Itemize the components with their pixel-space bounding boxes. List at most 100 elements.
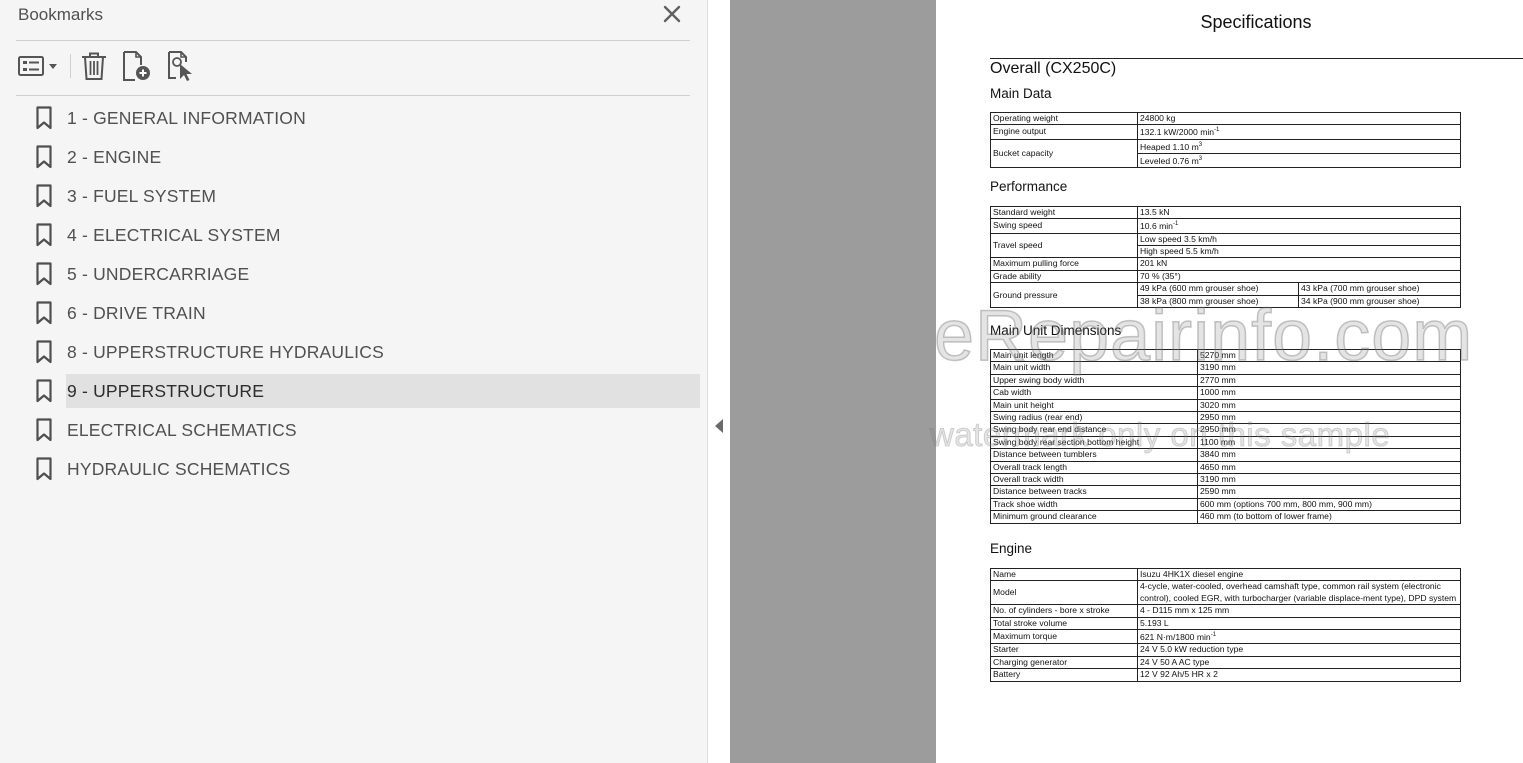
- table-row: Name Isuzu 4HK1X diesel engine: [990, 567, 1461, 582]
- spec-value: 43 kPa (700 mm grouser shoe): [1298, 282, 1461, 296]
- spec-label: Starter: [990, 643, 1138, 657]
- table-row: Charging generator 24 V 50 A AC type: [990, 655, 1461, 670]
- spec-label: Total stroke volume: [990, 616, 1138, 631]
- spec-label: Model: [990, 580, 1138, 606]
- bookmark-item[interactable]: 4 - ELECTRICAL SYSTEM: [35, 218, 700, 252]
- table-row: Overall track width 3190 mm: [990, 473, 1461, 487]
- spec-label: Engine output: [990, 124, 1138, 140]
- bookmark-label: 9 - UPPERSTRUCTURE: [67, 381, 265, 401]
- bookmark-label: 2 - ENGINE: [67, 147, 162, 167]
- bookmark-label: 1 - GENERAL INFORMATION: [67, 108, 306, 128]
- watermark-text: eRepairinfo.com: [933, 295, 1474, 377]
- table-row: No. of cylinders - bore x stroke 4 - D11…: [990, 604, 1461, 618]
- engine-heading: Engine: [990, 541, 1033, 556]
- unit-superscript: 3: [1198, 155, 1203, 162]
- spec-value: 24 V 50 A AC type: [1137, 655, 1461, 670]
- table-row: Operating weight 24800 kg: [990, 111, 1461, 126]
- spec-value: 13.5 kN: [1137, 205, 1461, 220]
- engine-table: Name Isuzu 4HK1X diesel engine Model 4-c…: [990, 567, 1461, 682]
- bookmark-label: 5 - UNDERCARRIAGE: [67, 264, 250, 284]
- spec-value: 201 kN: [1137, 257, 1461, 271]
- new-bookmark-button[interactable]: [121, 50, 153, 82]
- table-row: Total stroke volume 5.193 L: [990, 616, 1461, 631]
- table-row: Maximum pulling force 201 kN: [990, 257, 1461, 271]
- bookmark-icon: [36, 184, 52, 208]
- table-row: Model 4-cycle, water-cooled, overhead ca…: [990, 580, 1461, 606]
- options-menu-button[interactable]: [17, 50, 61, 82]
- table-row: Minimum ground clearance 460 mm (to botto…: [990, 510, 1461, 524]
- spec-value: 460 mm (to bottom of lower frame): [1197, 510, 1461, 524]
- spec-value: 5.193 L: [1137, 616, 1461, 631]
- spec-value: 4-cycle, water-cooled, overhead camshaft…: [1137, 580, 1461, 606]
- spec-value-text: 10.6 min: [1140, 221, 1173, 232]
- spec-label: Cab width: [990, 386, 1198, 400]
- bookmark-icon: [36, 262, 52, 286]
- spec-label: Distance between tracks: [990, 485, 1198, 499]
- spec-label: Grade ability: [990, 269, 1138, 284]
- main-data-heading: Main Data: [990, 86, 1052, 101]
- spec-value: 24 V 5.0 kW reduction type: [1137, 643, 1461, 657]
- spec-value: 24800 kg: [1137, 111, 1461, 126]
- table-row: Swing speed 10.6 min-1: [990, 218, 1461, 234]
- spec-value: 3190 mm: [1197, 473, 1461, 487]
- bookmark-item[interactable]: 8 - UPPERSTRUCTURE HYDRAULICS: [35, 335, 700, 369]
- spec-label: Operating weight: [990, 111, 1138, 126]
- spec-value: 12 V 92 Ah/5 HR x 2: [1137, 668, 1461, 682]
- spec-value: Leveled 0.76 m3: [1137, 152, 1461, 169]
- spec-value: Isuzu 4HK1X diesel engine: [1137, 567, 1461, 582]
- bookmark-item[interactable]: HYDRAULIC SCHEMATICS: [35, 452, 700, 486]
- spec-label: Bucket capacity: [990, 138, 1138, 169]
- bookmark-from-selection-button[interactable]: [166, 50, 196, 82]
- spec-value: 2590 mm: [1197, 485, 1461, 499]
- bookmark-item[interactable]: 5 - UNDERCARRIAGE: [35, 257, 700, 291]
- spec-value-text: 621 N·m/1800 min: [1140, 631, 1211, 642]
- spec-label: Travel speed: [990, 232, 1138, 259]
- spec-value-text: 132.1 kW/2000 min: [1140, 127, 1215, 138]
- table-row: Main unit height 3020 mm: [990, 398, 1461, 413]
- performance-heading: Performance: [990, 179, 1068, 194]
- spec-value: High speed 5.5 km/h: [1137, 245, 1461, 259]
- options-menu-icon: [18, 56, 57, 76]
- unit-superscript: -1: [1210, 632, 1217, 639]
- bookmark-item[interactable]: 1 - GENERAL INFORMATION: [35, 101, 700, 135]
- main-data-table: Operating weight 24800 kg Engine output …: [990, 111, 1461, 169]
- table-row: Travel speed Low speed 3.5 km/h: [990, 232, 1461, 259]
- toolbar-divider: [16, 95, 690, 96]
- bookmark-item[interactable]: 2 - ENGINE: [35, 140, 700, 174]
- toolbar-separator: [70, 54, 71, 78]
- spec-value: Low speed 3.5 km/h: [1137, 232, 1461, 247]
- table-row: Starter 24 V 5.0 kW reduction type: [990, 643, 1461, 657]
- spec-value-text: Leveled 0.76 m: [1140, 155, 1199, 166]
- bookmark-item[interactable]: ELECTRICAL SCHEMATICS: [35, 413, 700, 447]
- spec-label: Name: [990, 567, 1138, 582]
- spec-label: Overall track width: [990, 473, 1198, 487]
- unit-superscript: 3: [1198, 141, 1203, 148]
- chevron-left-icon: [715, 419, 723, 433]
- bookmark-icon: [36, 340, 52, 364]
- bookmark-item[interactable]: 3 - FUEL SYSTEM: [35, 179, 700, 213]
- bookmark-item[interactable]: 6 - DRIVE TRAIN: [35, 296, 700, 330]
- spec-value: 621 N·m/1800 min-1: [1137, 629, 1461, 645]
- close-icon: [663, 5, 681, 23]
- close-panel-button[interactable]: [660, 2, 684, 26]
- table-row: Grade ability 70 % (35°): [990, 269, 1461, 284]
- bookmark-label: 3 - FUEL SYSTEM: [67, 186, 217, 206]
- table-row: Overall track length 4650 mm: [990, 460, 1461, 475]
- bookmark-label: 8 - UPPERSTRUCTURE HYDRAULICS: [67, 342, 384, 362]
- page-title: Specifications: [1200, 12, 1312, 32]
- bookmark-label: 4 - ELECTRICAL SYSTEM: [67, 225, 281, 245]
- spec-value: 132.1 kW/2000 min-1: [1137, 124, 1461, 140]
- bookmark-item[interactable]: 9 - UPPERSTRUCTURE: [36, 374, 700, 408]
- spec-value: 49 kPa (600 mm grouser shoe): [1137, 282, 1299, 296]
- spec-label: Standard weight: [990, 205, 1138, 220]
- bookmark-icon: [36, 457, 52, 481]
- bookmark-icon: [36, 379, 52, 403]
- table-row: Maximum torque 621 N·m/1800 min-1: [990, 629, 1461, 645]
- bookmark-label: HYDRAULIC SCHEMATICS: [67, 459, 291, 479]
- document-page: Specifications Overall (CX250C) Main Dat…: [936, 0, 1523, 763]
- delete-bookmark-button[interactable]: [80, 50, 108, 82]
- spec-value-text: Heaped 1.10 m: [1140, 141, 1199, 152]
- spec-label: Main unit height: [990, 398, 1198, 413]
- collapse-panel-button[interactable]: [708, 0, 730, 763]
- spec-label: Swing speed: [990, 218, 1138, 234]
